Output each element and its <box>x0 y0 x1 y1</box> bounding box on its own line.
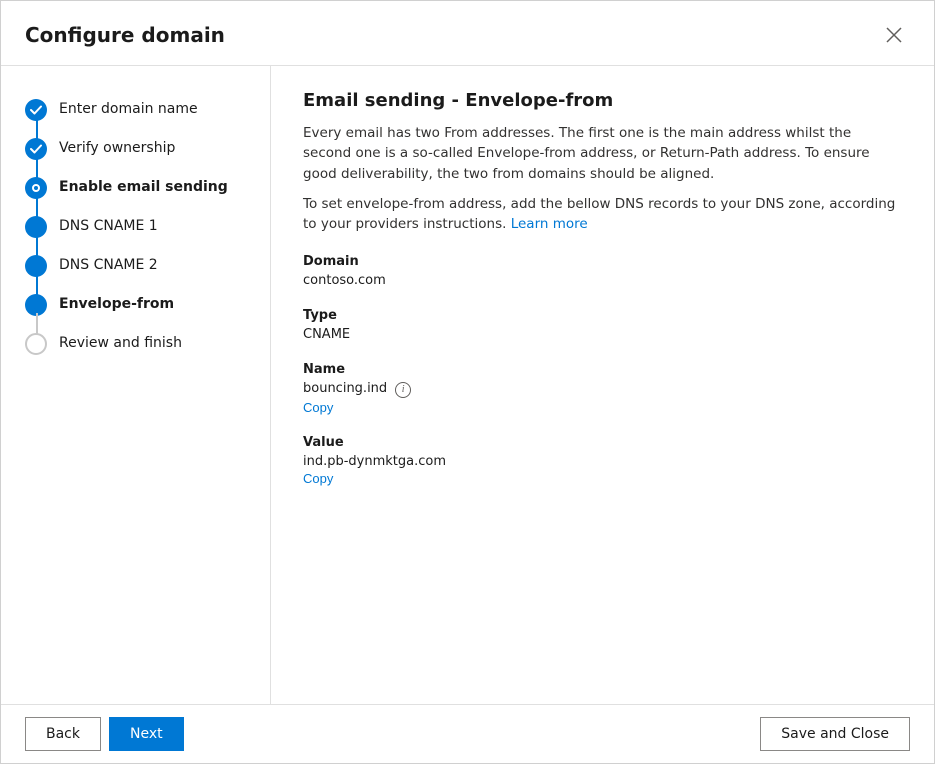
sidebar: Enter domain name Verify ownership <box>1 66 271 704</box>
step-verify-ownership: Verify ownership <box>1 129 270 168</box>
footer-left-actions: Back Next <box>25 717 184 751</box>
value-value: ind.pb-dynmktga.com <box>303 454 902 469</box>
save-close-button[interactable]: Save and Close <box>760 717 910 751</box>
copy-value-button[interactable]: Copy <box>303 471 333 486</box>
close-button[interactable] <box>878 19 910 51</box>
step-label-enable-email: Enable email sending <box>59 176 228 198</box>
modal-body: Enter domain name Verify ownership <box>1 66 934 704</box>
name-label: Name <box>303 362 902 377</box>
type-section: Type CNAME <box>303 308 902 342</box>
description-1: Every email has two From addresses. The … <box>303 123 902 184</box>
domain-section: Domain contoso.com <box>303 254 902 288</box>
description-2-text: To set envelope-from address, add the be… <box>303 196 895 232</box>
domain-label: Domain <box>303 254 902 269</box>
step-dns-cname-1: DNS CNAME 1 <box>1 207 270 246</box>
info-icon-name: i <box>395 382 411 398</box>
step-label-dns-cname-2: DNS CNAME 2 <box>59 254 158 276</box>
step-label-verify-ownership: Verify ownership <box>59 137 175 159</box>
description-2: To set envelope-from address, add the be… <box>303 194 902 235</box>
step-label-review-finish: Review and finish <box>59 332 182 354</box>
copy-name-button[interactable]: Copy <box>303 400 333 415</box>
type-label: Type <box>303 308 902 323</box>
step-dns-cname-2: DNS CNAME 2 <box>1 246 270 285</box>
learn-more-link[interactable]: Learn more <box>511 216 588 232</box>
step-enter-domain: Enter domain name <box>1 90 270 129</box>
step-label-dns-cname-1: DNS CNAME 1 <box>59 215 158 237</box>
step-label-enter-domain: Enter domain name <box>59 98 198 120</box>
step-enable-email: Enable email sending <box>1 168 270 207</box>
main-content: Email sending - Envelope-from Every emai… <box>271 66 934 704</box>
step-envelope-from: Envelope-from <box>1 285 270 324</box>
content-title: Email sending - Envelope-from <box>303 90 902 111</box>
next-button[interactable]: Next <box>109 717 184 751</box>
domain-value: contoso.com <box>303 273 902 288</box>
step-review-finish: Review and finish <box>1 324 270 363</box>
step-label-envelope-from: Envelope-from <box>59 293 174 315</box>
step-icon-review-finish <box>25 333 47 355</box>
type-value: CNAME <box>303 327 902 342</box>
modal-header: Configure domain <box>1 1 934 66</box>
configure-domain-modal: Configure domain Enter domain name <box>0 0 935 764</box>
step-list: Enter domain name Verify ownership <box>1 90 270 363</box>
back-button[interactable]: Back <box>25 717 101 751</box>
name-value: bouncing.ind <box>303 381 387 396</box>
modal-title: Configure domain <box>25 23 225 47</box>
modal-footer: Back Next Save and Close <box>1 704 934 763</box>
name-row: bouncing.ind i <box>303 381 902 398</box>
name-section: Name bouncing.ind i Copy <box>303 362 902 415</box>
value-label: Value <box>303 435 902 450</box>
value-section: Value ind.pb-dynmktga.com Copy <box>303 435 902 486</box>
